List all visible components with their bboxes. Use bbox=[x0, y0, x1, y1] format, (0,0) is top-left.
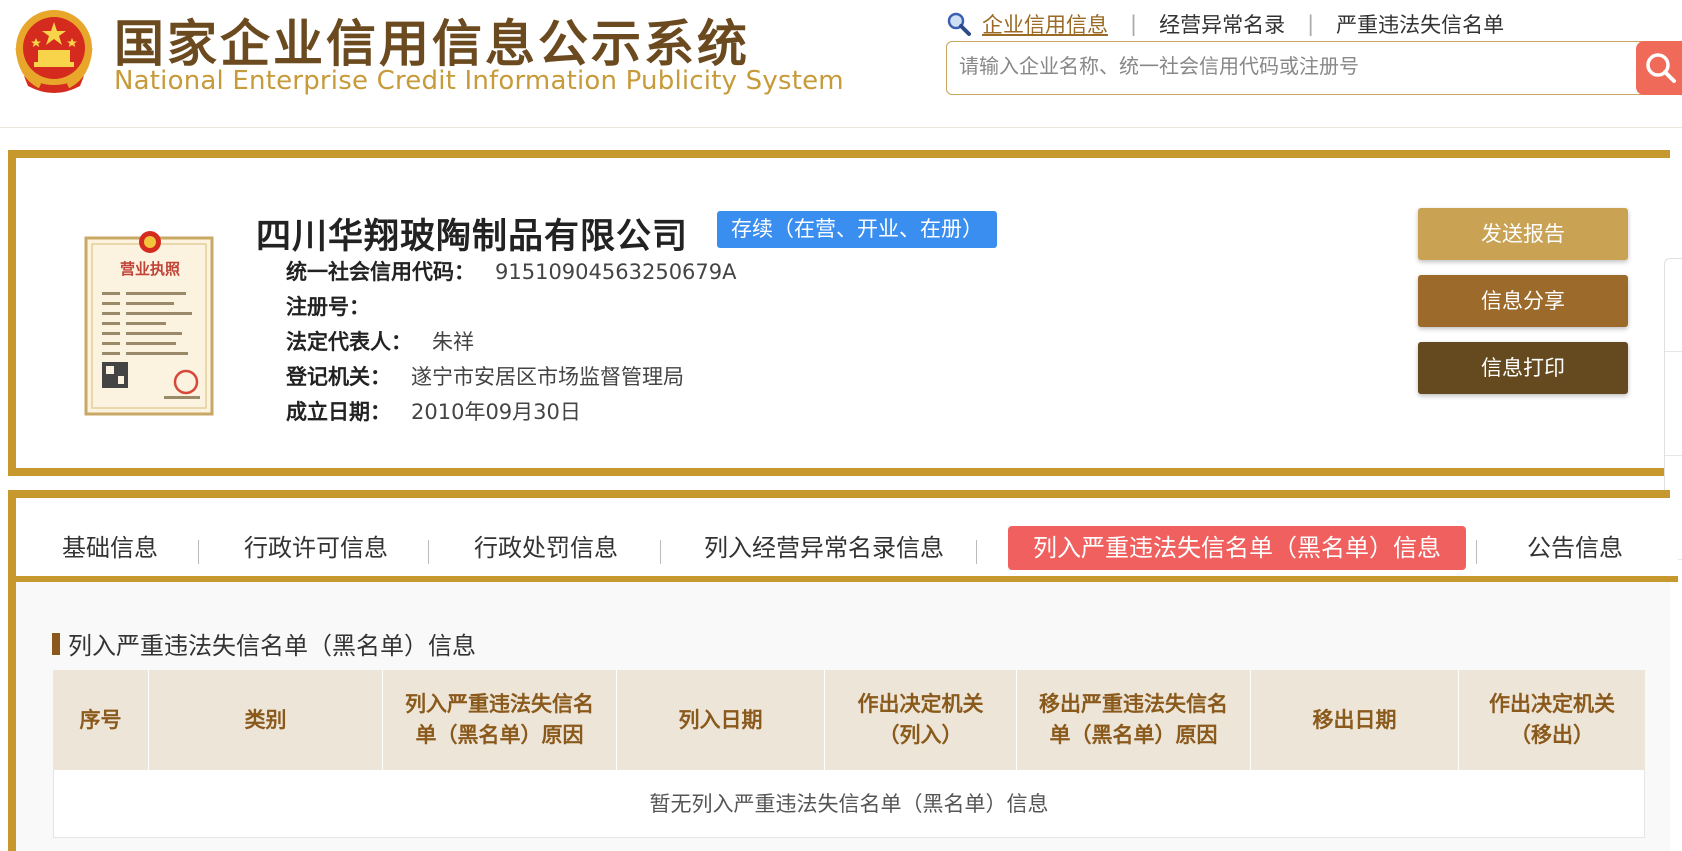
national-emblem-icon bbox=[15, 10, 93, 93]
column-header-list-date: 列入日期 bbox=[617, 670, 825, 770]
field-label: 成立日期： bbox=[286, 400, 391, 424]
section-title-text: 列入严重违法失信名单（黑名单）信息 bbox=[68, 632, 476, 660]
tab-announcement[interactable]: 公告信息 bbox=[1527, 526, 1623, 570]
site-title-en: National Enterprise Credit Information P… bbox=[114, 66, 844, 96]
tab-divider bbox=[660, 540, 661, 564]
info-row-reg-number: 注册号： bbox=[286, 291, 390, 321]
print-info-button[interactable]: 信息打印 bbox=[1418, 342, 1628, 394]
info-row-legal-rep: 法定代表人： 朱祥 bbox=[286, 326, 474, 356]
detail-panel: 基础信息 行政许可信息 行政处罚信息 列入经营异常名录信息 列入严重违法失信名单… bbox=[8, 490, 1678, 851]
tab-basic-info[interactable]: 基础信息 bbox=[62, 526, 158, 570]
column-header-index: 序号 bbox=[53, 670, 149, 770]
nav-link-blacklist[interactable]: 严重违法失信名单 bbox=[1336, 9, 1504, 39]
info-row-established-date: 成立日期： 2010年09月30日 bbox=[286, 396, 581, 426]
company-card: 营业执照 四川华翔玻陶制品有限公司 存续（在营、开业、在册） 统一社会信用代码：… bbox=[8, 150, 1670, 476]
tab-bar: 基础信息 行政许可信息 行政处罚信息 列入经营异常名录信息 列入严重违法失信名单… bbox=[16, 498, 1678, 582]
section-marker bbox=[52, 632, 60, 655]
site-header: 国家企业信用信息公示系统 National Enterprise Credit … bbox=[0, 0, 1682, 128]
nav-separator: | bbox=[1130, 12, 1138, 36]
tab-abnormal-list[interactable]: 列入经营异常名录信息 bbox=[704, 526, 944, 570]
empty-state-message: 暂无列入严重违法失信名单（黑名单）信息 bbox=[649, 792, 1049, 816]
field-label: 注册号： bbox=[286, 295, 370, 319]
send-report-button[interactable]: 发送报告 bbox=[1418, 208, 1628, 260]
search-button[interactable] bbox=[1636, 41, 1682, 95]
tab-blacklist[interactable]: 列入严重违法失信名单（黑名单）信息 bbox=[1008, 526, 1466, 570]
blacklist-table: 序号 类别 列入严重违法失信名 单（黑名单）原因 列入日期 作出决定机关 （列入） … bbox=[53, 670, 1645, 838]
field-label: 登记机关： bbox=[286, 365, 391, 389]
field-value: 朱祥 bbox=[432, 330, 474, 354]
column-header-category: 类别 bbox=[149, 670, 383, 770]
table-body: 暂无列入严重违法失信名单（黑名单）信息 bbox=[53, 770, 1645, 838]
tab-divider bbox=[976, 540, 977, 564]
field-label: 统一社会信用代码： bbox=[286, 260, 475, 284]
info-row-credit-code: 统一社会信用代码： 91510904563250679A bbox=[286, 256, 737, 286]
nav-separator: | bbox=[1307, 12, 1315, 36]
status-badge: 存续（在营、开业、在册） bbox=[717, 211, 997, 248]
tab-admin-license[interactable]: 行政许可信息 bbox=[244, 526, 388, 570]
field-value: 91510904563250679A bbox=[495, 260, 737, 284]
info-row-registration-authority: 登记机关： 遂宁市安居区市场监督管理局 bbox=[286, 361, 684, 391]
tab-divider bbox=[1476, 540, 1477, 564]
table-header: 序号 类别 列入严重违法失信名 单（黑名单）原因 列入日期 作出决定机关 （列入） … bbox=[53, 670, 1645, 770]
section-title: 列入严重违法失信名单（黑名单）信息 bbox=[52, 626, 476, 661]
top-nav: 企业信用信息 | 经营异常名录 | 严重违法失信名单 bbox=[946, 8, 1504, 40]
share-info-button[interactable]: 信息分享 bbox=[1418, 275, 1628, 327]
search-input[interactable] bbox=[959, 54, 1639, 78]
search-box bbox=[946, 41, 1682, 95]
search-icon bbox=[1646, 53, 1676, 83]
tab-divider bbox=[428, 540, 429, 564]
tab-divider bbox=[198, 540, 199, 564]
nav-link-enterprise-credit[interactable]: 企业信用信息 bbox=[982, 9, 1108, 39]
column-header-remove-reason: 移出严重违法失信名 单（黑名单）原因 bbox=[1017, 670, 1251, 770]
column-header-list-authority: 作出决定机关 （列入） bbox=[825, 670, 1017, 770]
company-name: 四川华翔玻陶制品有限公司 bbox=[256, 217, 689, 257]
license-title: 营业执照 bbox=[120, 260, 180, 278]
field-value: 2010年09月30日 bbox=[411, 400, 581, 424]
column-header-list-reason: 列入严重违法失信名 单（黑名单）原因 bbox=[383, 670, 617, 770]
business-license-image: 营业执照 bbox=[84, 231, 214, 416]
column-header-remove-date: 移出日期 bbox=[1251, 670, 1459, 770]
tab-admin-penalty[interactable]: 行政处罚信息 bbox=[474, 526, 618, 570]
column-header-remove-authority: 作出决定机关 （移出） bbox=[1489, 692, 1615, 747]
magnifier-icon bbox=[947, 12, 971, 36]
field-label: 法定代表人： bbox=[286, 330, 412, 354]
field-value: 遂宁市安居区市场监督管理局 bbox=[411, 365, 684, 389]
nav-link-abnormal-list[interactable]: 经营异常名录 bbox=[1159, 9, 1285, 39]
